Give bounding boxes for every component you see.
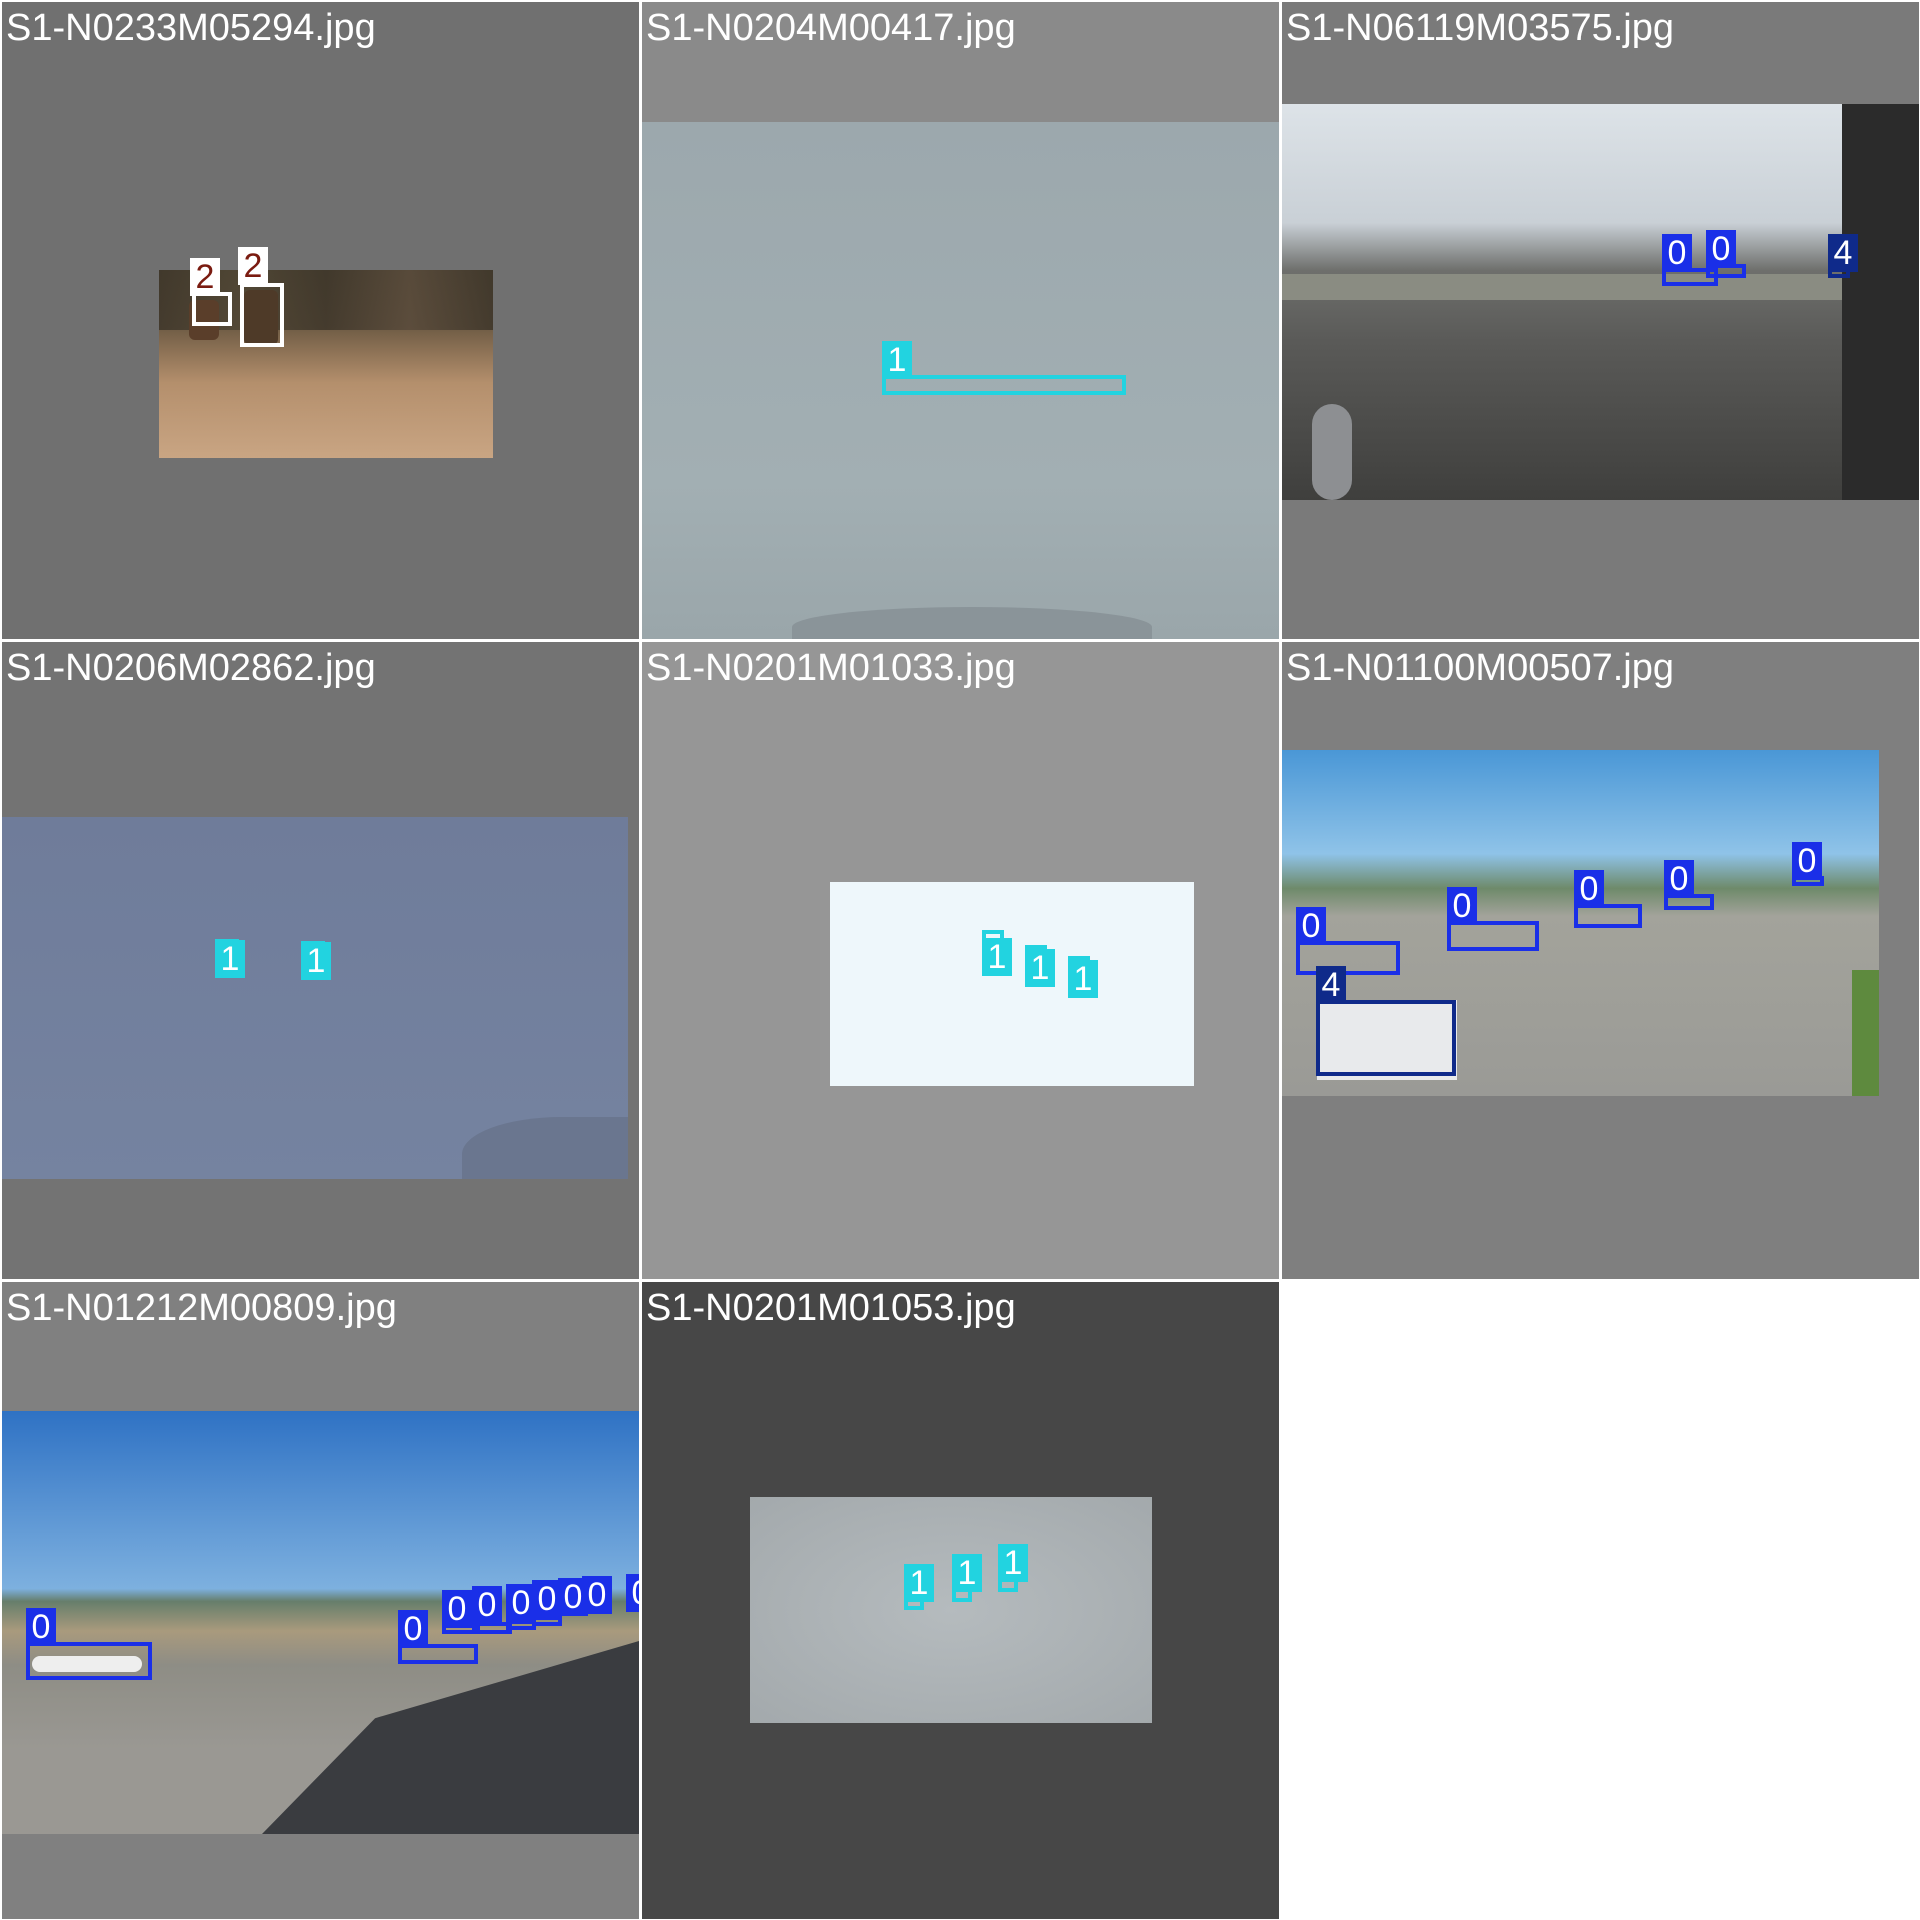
bounding-box — [1447, 921, 1539, 951]
tile-filename: S1-N0201M01033.jpg — [646, 647, 1016, 689]
class-label: 1 — [301, 942, 331, 980]
class-label: 1 — [215, 940, 245, 978]
class-label: 1 — [904, 1564, 934, 1602]
class-label: 1 — [1068, 960, 1098, 998]
grid-tile-3[interactable]: 0 0 4 S1-N06119M03575.jpg — [1282, 2, 1919, 639]
class-label: 0 — [1706, 230, 1736, 268]
class-label: 0 — [1664, 860, 1694, 898]
class-label: 1 — [982, 938, 1012, 976]
class-label: 0 — [1662, 234, 1692, 272]
class-label: 1 — [882, 341, 912, 379]
bounding-box — [1296, 941, 1400, 975]
class-label: 1 — [1025, 949, 1055, 987]
class-label: 0 — [1296, 907, 1326, 945]
class-label: 0 — [472, 1586, 502, 1624]
class-label: 2 — [190, 258, 220, 296]
empty-tile — [1282, 1282, 1919, 1919]
grid-tile-4[interactable]: 1 1 S1-N0206M02862.jpg — [2, 642, 639, 1279]
grid-tile-6[interactable]: 0 0 0 0 0 4 S1-N01100M00507.jpg — [1282, 642, 1919, 1279]
bounding-box — [26, 1642, 152, 1680]
class-label: 1 — [952, 1554, 982, 1592]
grid-tile-5[interactable]: 1 1 1 S1-N0201M01033.jpg — [642, 642, 1279, 1279]
tile-filename: S1-N0201M01053.jpg — [646, 1287, 1016, 1329]
thumbnail-image — [750, 1497, 1152, 1723]
bounding-box — [240, 283, 284, 347]
class-label: 0 — [398, 1610, 428, 1648]
grid-tile-7[interactable]: 0 0 0 0 0 0 0 0 0 S1-N01212M00809.jpg — [2, 1282, 639, 1919]
class-label: 4 — [1316, 966, 1346, 1004]
grid-tile-1[interactable]: 2 2 S1-N0233M05294.jpg — [2, 2, 639, 639]
tile-filename: S1-N0206M02862.jpg — [6, 647, 376, 689]
thumbnail-image — [830, 882, 1194, 1086]
class-label: 0 — [442, 1590, 472, 1628]
grid-tile-2[interactable]: 1 S1-N0204M00417.jpg — [642, 2, 1279, 639]
tile-filename: S1-N06119M03575.jpg — [1286, 7, 1675, 49]
bounding-box — [192, 292, 232, 326]
class-label: 0 — [626, 1574, 639, 1612]
tile-filename: S1-N01100M00507.jpg — [1286, 647, 1675, 689]
class-label: 0 — [26, 1608, 56, 1646]
tile-filename: S1-N01212M00809.jpg — [6, 1287, 397, 1329]
thumbnail-image — [2, 817, 628, 1179]
class-label: 0 — [1447, 887, 1477, 925]
bounding-box — [1316, 1000, 1456, 1076]
class-label: 4 — [1828, 234, 1858, 272]
class-label: 2 — [238, 247, 268, 285]
bounding-box — [882, 375, 1126, 395]
class-label: 0 — [582, 1576, 612, 1614]
class-label: 0 — [1792, 842, 1822, 880]
grid-tile-8[interactable]: 1 1 1 S1-N0201M01053.jpg — [642, 1282, 1279, 1919]
class-label: 0 — [1574, 870, 1604, 908]
thumbnail-image — [1282, 104, 1919, 500]
tile-filename: S1-N0233M05294.jpg — [6, 7, 376, 49]
tile-filename: S1-N0204M00417.jpg — [646, 7, 1016, 49]
class-label: 1 — [998, 1544, 1028, 1582]
